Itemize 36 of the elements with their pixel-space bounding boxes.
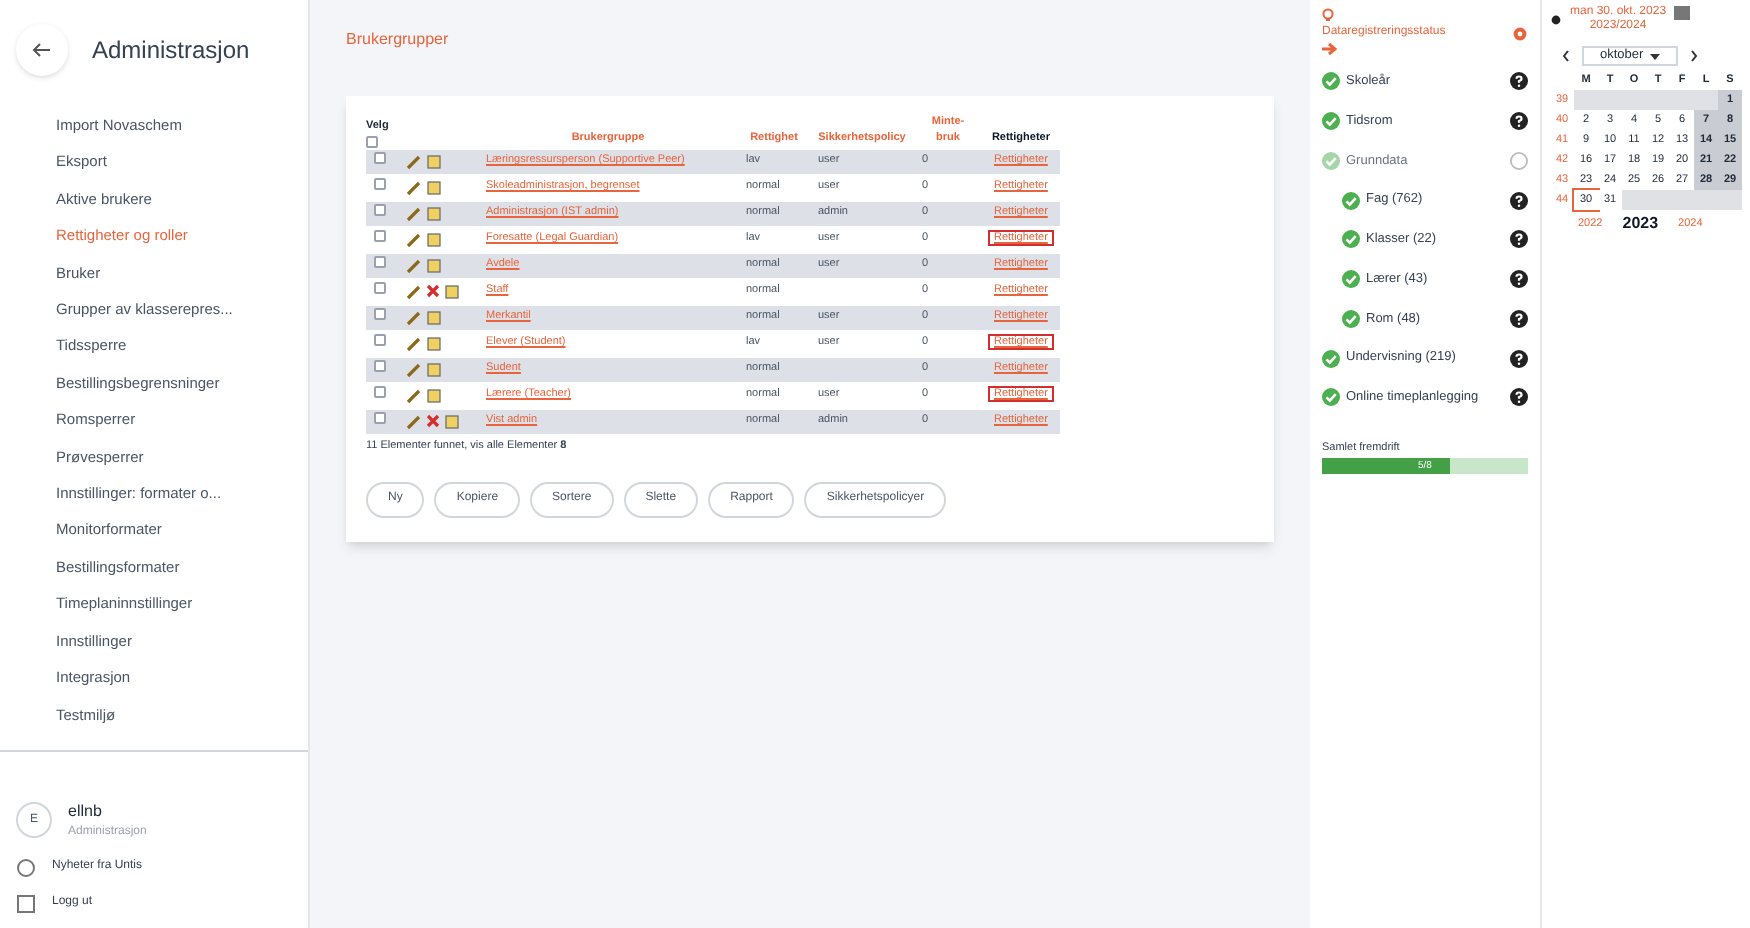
help-icon[interactable] — [1510, 270, 1528, 289]
delete-icon[interactable] — [426, 414, 440, 428]
year-link[interactable]: 2023 — [1622, 212, 1659, 236]
row-checkbox[interactable] — [374, 203, 386, 216]
help-icon[interactable] — [1510, 112, 1528, 131]
row-checkbox[interactable] — [374, 307, 386, 320]
back-button[interactable] — [16, 24, 68, 76]
delete-icon[interactable] — [426, 284, 440, 298]
settings-icon[interactable] — [1512, 25, 1528, 41]
help-icon[interactable] — [1510, 349, 1528, 368]
help-icon[interactable] — [1510, 388, 1528, 407]
row-checkbox[interactable] — [374, 229, 386, 242]
page-title: Brukergrupper — [346, 28, 451, 52]
select-all-checkbox[interactable] — [366, 135, 378, 147]
row-checkbox[interactable] — [374, 359, 386, 372]
news-icon — [16, 857, 36, 878]
lightbulb-icon — [1322, 8, 1334, 24]
next-icon[interactable] — [1689, 50, 1698, 62]
back-arrow-icon — [32, 42, 52, 58]
sidebar-title: Administrasjon — [92, 34, 250, 68]
logout-icon — [16, 893, 36, 914]
help-icon[interactable] — [1510, 191, 1528, 210]
row-checkbox[interactable] — [374, 255, 386, 268]
help-icon[interactable] — [1510, 230, 1528, 249]
row-checkbox[interactable] — [374, 385, 386, 398]
row-checkbox[interactable] — [374, 151, 386, 164]
row-checkbox[interactable] — [374, 177, 386, 190]
arrow-right-icon[interactable] — [1322, 42, 1338, 56]
row-checkbox[interactable] — [374, 411, 386, 424]
help-icon[interactable] — [1510, 72, 1528, 91]
row-checkbox[interactable] — [374, 333, 386, 346]
caret-icon — [1649, 53, 1660, 59]
previous-icon[interactable] — [1562, 50, 1570, 62]
user-name: ellnb — [68, 799, 104, 824]
row-checkbox[interactable] — [374, 281, 386, 294]
help-icon[interactable] — [1510, 309, 1528, 328]
